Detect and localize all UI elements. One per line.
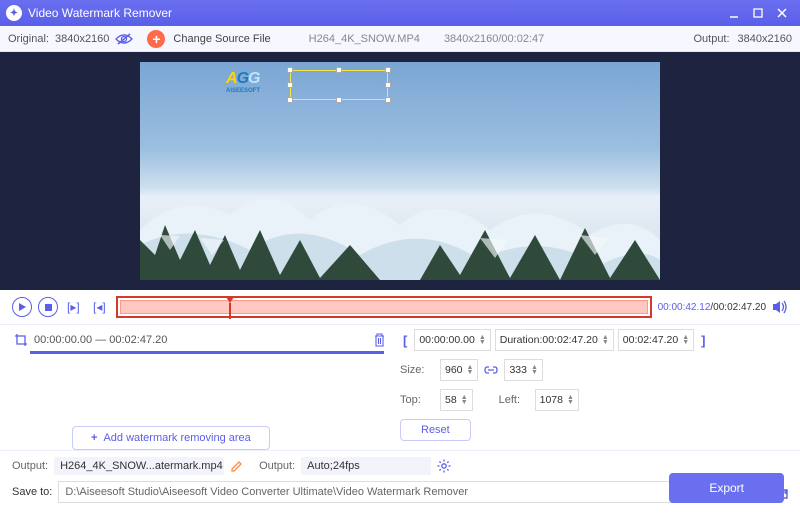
- timeline[interactable]: [116, 296, 652, 318]
- areas-list: 00:00:00.00 — 00:02:47.20 + Add watermar…: [12, 329, 388, 450]
- area-properties: [ 00:00:00.00▲▼ Duration:00:02:47.20▲▼ 0…: [400, 329, 788, 450]
- left-input[interactable]: 1078▲▼: [535, 389, 579, 411]
- output-file-label: Output:: [12, 460, 48, 472]
- top-label: Top:: [400, 394, 434, 406]
- height-input[interactable]: 333▲▼: [504, 359, 542, 381]
- duration-input[interactable]: Duration:00:02:47.20▲▼: [495, 329, 614, 351]
- size-row: Size: 960▲▼ 333▲▼: [400, 359, 788, 381]
- add-area-label: Add watermark removing area: [103, 432, 250, 444]
- handle-bm[interactable]: [336, 97, 342, 103]
- left-label: Left:: [499, 394, 529, 406]
- source-fileinfo: 3840x2160/00:02:47: [444, 33, 544, 45]
- time-display: 00:00:42.12/00:02:47.20: [658, 302, 766, 313]
- preview-toggle-icon[interactable]: [115, 32, 133, 46]
- output-res-value: 3840x2160: [738, 33, 792, 45]
- selection-rectangle[interactable]: [290, 70, 388, 100]
- area-duration-bar: [30, 351, 384, 354]
- add-source-icon[interactable]: +: [147, 30, 165, 48]
- add-area-button[interactable]: + Add watermark removing area: [72, 426, 270, 450]
- area-range: 00:00:00.00 — 00:02:47.20: [34, 334, 367, 346]
- settings-icon[interactable]: [437, 459, 451, 473]
- preview-area: AGG AISEESOFT: [0, 52, 800, 290]
- original-resolution: Original: 3840x2160: [8, 32, 133, 46]
- video-preview[interactable]: AGG AISEESOFT: [140, 62, 660, 280]
- handle-tm[interactable]: [336, 67, 342, 73]
- volume-icon[interactable]: [772, 300, 788, 314]
- watermark-logo: AGG AISEESOFT: [226, 70, 260, 94]
- svg-text:[▸]: [▸]: [67, 300, 80, 314]
- save-path: D:\Aiseesoft Studio\Aiseesoft Video Conv…: [58, 481, 730, 503]
- close-button[interactable]: [770, 3, 794, 23]
- link-aspect-icon[interactable]: [484, 364, 498, 376]
- size-label: Size:: [400, 364, 434, 376]
- start-time-input[interactable]: 00:00:00.00▲▼: [414, 329, 490, 351]
- rename-icon[interactable]: [230, 460, 243, 473]
- play-button[interactable]: [12, 297, 32, 317]
- next-frame-button[interactable]: [◂]: [90, 297, 110, 317]
- total-time: 00:02:47.20: [713, 302, 766, 313]
- output-res-label: Output:: [693, 33, 729, 45]
- handle-tl[interactable]: [287, 67, 293, 73]
- stop-button[interactable]: [38, 297, 58, 317]
- position-row: Top: 58▲▼ Left: 1078▲▼: [400, 389, 788, 411]
- app-icon: ✦: [6, 5, 22, 21]
- set-end-bracket[interactable]: ]: [698, 333, 708, 348]
- output-filename: H264_4K_SNOW...atermark.mp4: [54, 457, 224, 475]
- output-settings-value: Auto;24fps: [301, 457, 431, 475]
- handle-mr[interactable]: [385, 82, 391, 88]
- handle-bl[interactable]: [287, 97, 293, 103]
- original-label: Original:: [8, 33, 49, 45]
- handle-tr[interactable]: [385, 67, 391, 73]
- handle-br[interactable]: [385, 97, 391, 103]
- set-start-bracket[interactable]: [: [400, 333, 410, 348]
- end-time-input[interactable]: 00:02:47.20▲▼: [618, 329, 694, 351]
- title-bar: ✦ Video Watermark Remover: [0, 0, 800, 26]
- reset-button[interactable]: Reset: [400, 419, 471, 441]
- minimize-button[interactable]: [722, 3, 746, 23]
- prev-frame-button[interactable]: [▸]: [64, 297, 84, 317]
- maximize-button[interactable]: [746, 3, 770, 23]
- export-button[interactable]: Export: [669, 473, 784, 503]
- area-item[interactable]: 00:00:00.00 — 00:02:47.20: [12, 329, 388, 351]
- handle-ml[interactable]: [287, 82, 293, 88]
- save-to-label: Save to:: [12, 486, 52, 498]
- width-input[interactable]: 960▲▼: [440, 359, 478, 381]
- source-filename: H264_4K_SNOW.MP4: [309, 33, 420, 45]
- change-source-button[interactable]: Change Source File: [173, 33, 270, 45]
- time-range-row: [ 00:00:00.00▲▼ Duration:00:02:47.20▲▼ 0…: [400, 329, 788, 351]
- trees-graphic: [140, 200, 660, 280]
- app-title: Video Watermark Remover: [28, 6, 722, 20]
- edit-panes: 00:00:00.00 — 00:02:47.20 + Add watermar…: [0, 325, 800, 450]
- current-time: 00:00:42.12: [658, 302, 711, 313]
- svg-text:[◂]: [◂]: [93, 300, 106, 314]
- crop-icon: [14, 333, 28, 347]
- original-value: 3840x2160: [55, 33, 109, 45]
- top-input[interactable]: 58▲▼: [440, 389, 473, 411]
- playback-controls: [▸] [◂] 00:00:42.12/00:02:47.20: [0, 290, 800, 325]
- info-toolbar: Original: 3840x2160 + Change Source File…: [0, 26, 800, 52]
- playhead[interactable]: [226, 297, 234, 305]
- delete-area-icon[interactable]: [373, 333, 386, 347]
- plus-icon: +: [91, 432, 97, 444]
- output-settings-label: Output:: [259, 460, 295, 472]
